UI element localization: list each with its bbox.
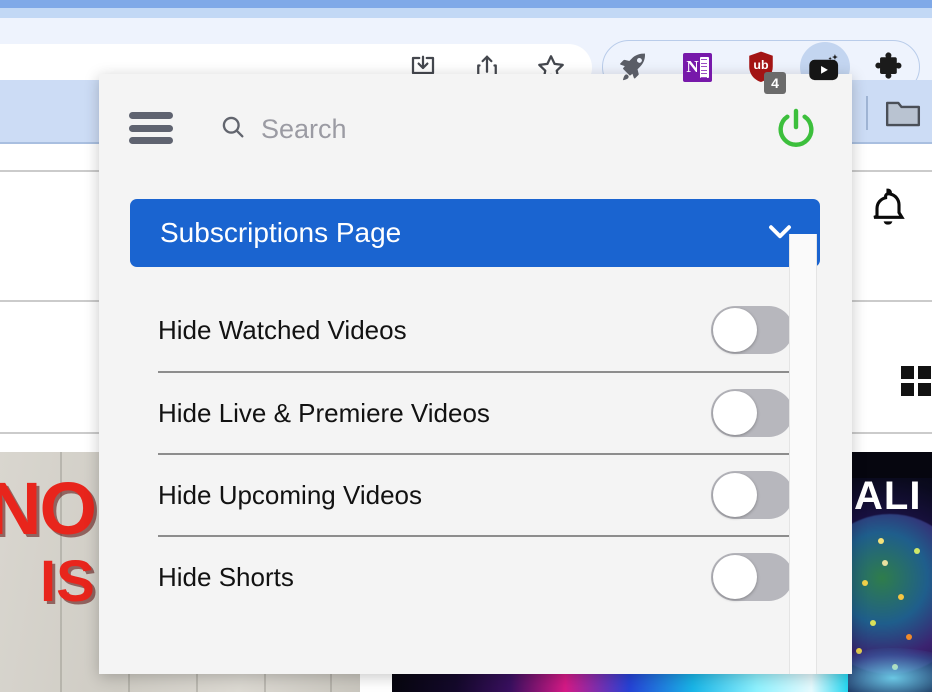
setting-label: Hide Shorts — [158, 562, 294, 593]
video-thumbnail-right[interactable]: ALI — [848, 452, 932, 692]
toggle-hide-shorts[interactable] — [711, 553, 793, 601]
browser-toolbar: N ub 4 — [0, 18, 932, 80]
tab-strip-band-lower — [0, 8, 932, 18]
popup-scrollbar[interactable] — [789, 234, 817, 674]
search-icon — [219, 113, 247, 146]
toggle-hide-upcoming-videos[interactable] — [711, 471, 793, 519]
svg-text:ub: ub — [753, 58, 769, 72]
setting-label: Hide Live & Premiere Videos — [158, 398, 490, 429]
section-header-subscriptions-page[interactable]: Subscriptions Page — [130, 199, 820, 267]
apps-grid-icon[interactable] — [901, 366, 931, 396]
onenote-letter: N — [686, 57, 698, 77]
search-input[interactable] — [261, 114, 661, 145]
setting-label: Hide Watched Videos — [158, 315, 407, 346]
setting-row-hide-upcoming-videos[interactable]: Hide Upcoming Videos — [158, 453, 793, 535]
hamburger-menu-icon[interactable] — [129, 112, 173, 144]
ublock-badge-count: 4 — [764, 72, 786, 94]
screen: NOM IS ALI — [0, 0, 932, 692]
bookmarks-divider — [866, 96, 868, 130]
search-field[interactable] — [219, 112, 699, 146]
notifications-bell-icon[interactable] — [866, 186, 910, 239]
setting-row-hide-shorts[interactable]: Hide Shorts — [158, 535, 793, 617]
settings-list: Hide Watched Videos Hide Live & Premiere… — [99, 289, 852, 617]
toggle-hide-watched-videos[interactable] — [711, 306, 793, 354]
setting-label: Hide Upcoming Videos — [158, 480, 422, 511]
toggle-hide-live-premiere-videos[interactable] — [711, 389, 793, 437]
popup-header — [99, 74, 852, 182]
tab-strip-band — [0, 0, 932, 8]
thumbnail-text-line2: IS — [40, 548, 95, 615]
setting-row-hide-watched-videos[interactable]: Hide Watched Videos — [158, 289, 793, 371]
section-title: Subscriptions Page — [160, 217, 401, 249]
setting-row-hide-live-premiere-videos[interactable]: Hide Live & Premiere Videos — [158, 371, 793, 453]
power-toggle-icon[interactable] — [767, 104, 825, 154]
bookmark-folder-icon[interactable] — [884, 98, 922, 135]
thumbnail-text-line1: ALI — [854, 474, 921, 519]
extension-popup: Subscriptions Page Hide Watched Videos H… — [99, 74, 852, 674]
